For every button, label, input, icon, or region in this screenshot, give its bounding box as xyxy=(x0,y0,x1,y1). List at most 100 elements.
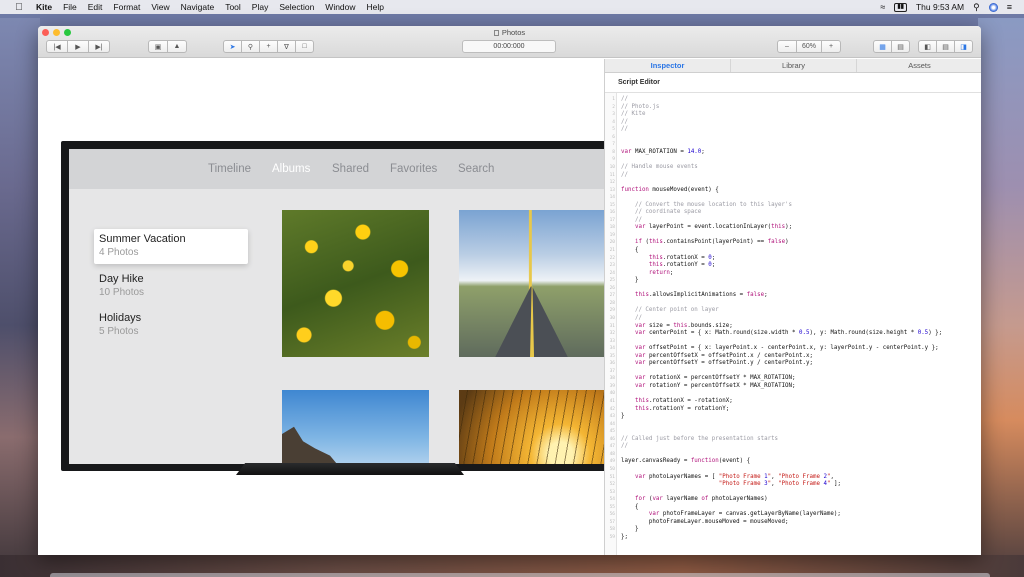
photo-frame-4[interactable] xyxy=(459,390,604,464)
code-line[interactable]: 8 var MAX_ROTATION = 14.0; xyxy=(605,149,981,157)
preview-button[interactable]: ▣ xyxy=(148,40,168,53)
code-line[interactable]: 11 // xyxy=(605,172,981,180)
play-button[interactable]: ▶ xyxy=(67,40,89,53)
code-line[interactable]: 13 function mouseMoved(event) { xyxy=(605,187,981,195)
code-line[interactable]: 22 this.rotationX = 0; xyxy=(605,255,981,263)
code-line[interactable]: 42 this.rotationY = rotationY; xyxy=(605,406,981,414)
code-line[interactable]: 44 xyxy=(605,421,981,429)
code-line[interactable]: 23 this.rotationY = 0; xyxy=(605,262,981,270)
code-line[interactable]: 15 // Convert the mouse location to this… xyxy=(605,202,981,210)
pan-tool-button[interactable]: + xyxy=(259,40,278,53)
wifi-icon[interactable]: ≈ xyxy=(880,2,885,12)
code-line[interactable]: 43} xyxy=(605,413,981,421)
code-line[interactable]: 26 xyxy=(605,285,981,293)
tab-library[interactable]: Library xyxy=(731,59,857,72)
code-line[interactable]: 21 { xyxy=(605,247,981,255)
zoom-out-button[interactable]: – xyxy=(777,40,797,53)
code-line[interactable]: 51 var photoLayerNames = [ "Photo Frame … xyxy=(605,474,981,482)
code-line[interactable]: 25 } xyxy=(605,277,981,285)
code-line[interactable]: 12 xyxy=(605,179,981,187)
code-line[interactable]: 14 xyxy=(605,194,981,202)
code-line[interactable]: 1 // xyxy=(605,96,981,104)
code-line[interactable]: 4 // xyxy=(605,119,981,127)
code-line[interactable]: 20 if (this.containsPoint(layerPoint) ==… xyxy=(605,239,981,247)
zoom-in-button[interactable]: + xyxy=(821,40,841,53)
code-line[interactable]: 46 // Called just before the presentation… xyxy=(605,436,981,444)
code-line[interactable]: 39 var rotationY = percentOffsetX * MAX_… xyxy=(605,383,981,391)
menu-clock[interactable]: Thu 9:53 AM xyxy=(916,2,964,12)
notification-center-icon[interactable]: ≡ xyxy=(1007,2,1012,12)
code-line[interactable]: 55 { xyxy=(605,504,981,512)
menu-window[interactable]: Window xyxy=(325,2,355,12)
code-line[interactable]: 53 xyxy=(605,489,981,497)
layout-button-1[interactable]: ▦ xyxy=(873,40,892,53)
tv-nav-shared[interactable]: Shared xyxy=(332,163,369,175)
tv-nav-search[interactable]: Search xyxy=(458,163,494,175)
code-line[interactable]: 9 xyxy=(605,156,981,164)
code-line[interactable]: 29 // Center point on layer xyxy=(605,307,981,315)
code-line[interactable]: 17 // xyxy=(605,217,981,225)
menu-tool[interactable]: Tool xyxy=(225,2,241,12)
apple-icon[interactable]:  xyxy=(12,2,26,13)
code-line[interactable]: 45 xyxy=(605,428,981,436)
pen-tool-button[interactable]: ∇ xyxy=(277,40,296,53)
menu-view[interactable]: View xyxy=(151,2,169,12)
code-line[interactable]: 41 this.rotationX = -rotationX; xyxy=(605,398,981,406)
siri-icon[interactable] xyxy=(988,2,998,12)
code-line[interactable]: 27 this.allowsImplicitAnimations = false… xyxy=(605,292,981,300)
toggle-left-panel-button[interactable]: ◧ xyxy=(918,40,937,53)
spotlight-search-icon[interactable]: ⚲ xyxy=(973,2,980,13)
script-editor[interactable]: 1 // 2 // Photo.js 3 // Kite 4 // 5 // 6 7 8 var MAX_… xyxy=(605,93,981,555)
tv-nav-albums[interactable]: Albums xyxy=(272,163,310,175)
menu-file[interactable]: File xyxy=(63,2,77,12)
tv-nav-timeline[interactable]: Timeline xyxy=(208,163,251,175)
code-line[interactable]: 59}; xyxy=(605,534,981,542)
tv-nav-favorites[interactable]: Favorites xyxy=(390,163,437,175)
code-line[interactable]: 32 var centerPoint = { x: Math.round(siz… xyxy=(605,330,981,338)
menu-app-name[interactable]: Kite xyxy=(36,2,52,12)
code-line[interactable]: 18 var layerPoint = event.locationInLaye… xyxy=(605,224,981,232)
menu-navigate[interactable]: Navigate xyxy=(181,2,215,12)
menu-help[interactable]: Help xyxy=(367,2,384,12)
code-line[interactable]: 5 // xyxy=(605,126,981,134)
photo-frame-1[interactable] xyxy=(282,210,429,357)
code-line[interactable]: 19 xyxy=(605,232,981,240)
code-line[interactable]: 38 var rotationX = percentOffsetY * MAX_… xyxy=(605,375,981,383)
code-line[interactable]: 56 var photoFrameLayer = canvas.getLayer… xyxy=(605,511,981,519)
tv-screen[interactable]: Timeline Albums Shared Favorites Search … xyxy=(69,149,604,464)
album-item-day-hike[interactable]: Day Hike 10 Photos xyxy=(94,269,248,304)
code-line[interactable]: 54 for (var layerName of photoLayerNames… xyxy=(605,496,981,504)
step-forward-button[interactable]: ▶| xyxy=(88,40,110,53)
code-line[interactable]: 24 return; xyxy=(605,270,981,278)
code-line[interactable]: 47 // xyxy=(605,443,981,451)
code-line[interactable]: 10 // Handle mouse events xyxy=(605,164,981,172)
menu-play[interactable]: Play xyxy=(252,2,269,12)
code-line[interactable]: 37 xyxy=(605,368,981,376)
menu-format[interactable]: Format xyxy=(113,2,140,12)
code-line[interactable]: 49 layer.canvasReady = function(event) { xyxy=(605,458,981,466)
design-canvas[interactable]: Timeline Albums Shared Favorites Search … xyxy=(38,59,604,555)
shape-tool-button[interactable]: □ xyxy=(295,40,314,53)
layout-button-2[interactable]: ▤ xyxy=(891,40,910,53)
rewind-button[interactable]: |◀ xyxy=(46,40,68,53)
menu-selection[interactable]: Selection xyxy=(279,2,314,12)
dock[interactable] xyxy=(50,573,990,577)
code-line[interactable]: 30 // xyxy=(605,315,981,323)
zoom-tool-button[interactable]: ⚲ xyxy=(241,40,260,53)
code-line[interactable]: 35 var percentOffsetX = offsetPoint.x / … xyxy=(605,353,981,361)
code-line[interactable]: 16 // coordinate space xyxy=(605,209,981,217)
code-line[interactable]: 52 "Photo Frame 3", "Photo Frame 4" ]; xyxy=(605,481,981,489)
code-line[interactable]: 2 // Photo.js xyxy=(605,104,981,112)
tab-inspector[interactable]: Inspector xyxy=(605,59,731,72)
code-line[interactable]: 57 photoFrameLayer.mouseMoved = mouseMov… xyxy=(605,519,981,527)
code-line[interactable]: 33 xyxy=(605,338,981,346)
code-line[interactable]: 34 var offsetPoint = { x: layerPoint.x -… xyxy=(605,345,981,353)
album-item-holidays[interactable]: Holidays 5 Photos xyxy=(94,308,248,343)
code-line[interactable]: 40 xyxy=(605,390,981,398)
share-button[interactable]: ▲ xyxy=(167,40,187,53)
toggle-right-panel-button[interactable]: ◨ xyxy=(954,40,973,53)
album-item-summer-vacation[interactable]: Summer Vacation 4 Photos xyxy=(94,229,248,264)
code-line[interactable]: 28 xyxy=(605,300,981,308)
tab-assets[interactable]: Assets xyxy=(857,59,981,72)
battery-icon[interactable]: ▮▮ xyxy=(894,2,907,12)
